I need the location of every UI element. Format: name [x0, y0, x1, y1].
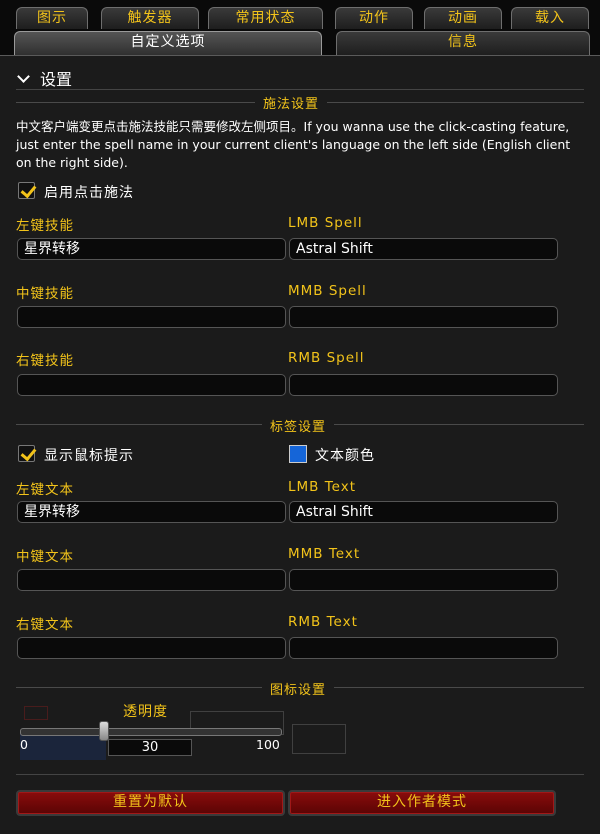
middle-text-input[interactable]: [17, 569, 286, 591]
opacity-max-label: 100: [256, 737, 280, 752]
background-icon-placeholder: [292, 724, 346, 754]
middle-text-label: 中键文本: [16, 549, 74, 565]
lmb-text-input[interactable]: Astral Shift: [289, 501, 558, 523]
enable-click-casting-label: 启用点击施法: [44, 185, 134, 201]
chevron-down-icon: [17, 70, 30, 83]
labels-section-title: 标签设置: [262, 416, 335, 435]
opacity-slider-thumb[interactable]: [99, 721, 109, 741]
opacity-slider-track[interactable]: [20, 728, 282, 736]
reset-default-button[interactable]: 重置为默认: [16, 790, 285, 816]
header-divider: [16, 89, 584, 90]
checkmark-icon: [20, 444, 37, 462]
background-icon-placeholder: [24, 706, 48, 720]
author-mode-button[interactable]: 进入作者模式: [288, 790, 556, 816]
opacity-value-input[interactable]: 30: [108, 739, 192, 756]
mmb-text-input[interactable]: [289, 569, 558, 591]
right-spell-label: 右键技能: [16, 353, 74, 369]
left-text-label: 左键文本: [16, 482, 74, 498]
lmb-spell-label: LMB Spell: [288, 215, 363, 231]
left-text-input[interactable]: 星界转移: [17, 501, 286, 523]
rmb-text-input[interactable]: [289, 637, 558, 659]
right-spell-input[interactable]: [17, 374, 286, 396]
right-text-label: 右键文本: [16, 617, 74, 633]
lmb-spell-input[interactable]: Astral Shift: [289, 238, 558, 260]
footer-divider: [16, 774, 584, 775]
casting-section-title: 施法设置: [255, 93, 328, 112]
background-icon-placeholder: [20, 734, 106, 760]
options-panel: 设置 施法设置 中文客户端变更点击施法技能只需要修改左侧项目。If you wa…: [0, 55, 600, 834]
middle-spell-input[interactable]: [17, 306, 286, 328]
right-text-input[interactable]: [17, 637, 286, 659]
tab-custom-options[interactable]: 自定义选项: [14, 31, 322, 56]
tab-actions[interactable]: 动作: [335, 7, 413, 29]
settings-header[interactable]: 设置: [16, 66, 72, 90]
show-tooltip-label: 显示鼠标提示: [44, 448, 134, 464]
mmb-text-label: MMB Text: [288, 546, 361, 562]
rmb-spell-label: RMB Spell: [288, 350, 365, 366]
enable-click-casting-checkbox[interactable]: [18, 181, 37, 199]
casting-description: 中文客户端变更点击施法技能只需要修改左侧项目。If you wanna use …: [16, 119, 571, 170]
icon-section-title: 图标设置: [262, 679, 335, 698]
rmb-text-label: RMB Text: [288, 614, 358, 630]
settings-title: 设置: [40, 70, 73, 89]
opacity-min-label: 0: [20, 737, 28, 752]
tab-conditions[interactable]: 常用状态: [208, 7, 323, 29]
middle-spell-label: 中键技能: [16, 286, 74, 302]
left-spell-input[interactable]: 星界转移: [17, 238, 286, 260]
show-tooltip-checkbox[interactable]: [18, 444, 37, 462]
text-color-swatch[interactable]: [289, 445, 307, 463]
tab-display[interactable]: 图示: [16, 7, 88, 29]
text-color-label: 文本颜色: [315, 448, 375, 464]
mmb-spell-input[interactable]: [289, 306, 558, 328]
lmb-text-label: LMB Text: [288, 479, 357, 495]
opacity-label: 透明度: [123, 704, 168, 720]
tab-information[interactable]: 信息: [336, 31, 590, 55]
rmb-spell-input[interactable]: [289, 374, 558, 396]
left-spell-label: 左键技能: [16, 218, 74, 234]
checkmark-icon: [20, 181, 37, 199]
tab-triggers[interactable]: 触发器: [101, 7, 199, 29]
tab-animations[interactable]: 动画: [424, 7, 502, 29]
tab-load[interactable]: 载入: [511, 7, 589, 29]
mmb-spell-label: MMB Spell: [288, 283, 367, 299]
